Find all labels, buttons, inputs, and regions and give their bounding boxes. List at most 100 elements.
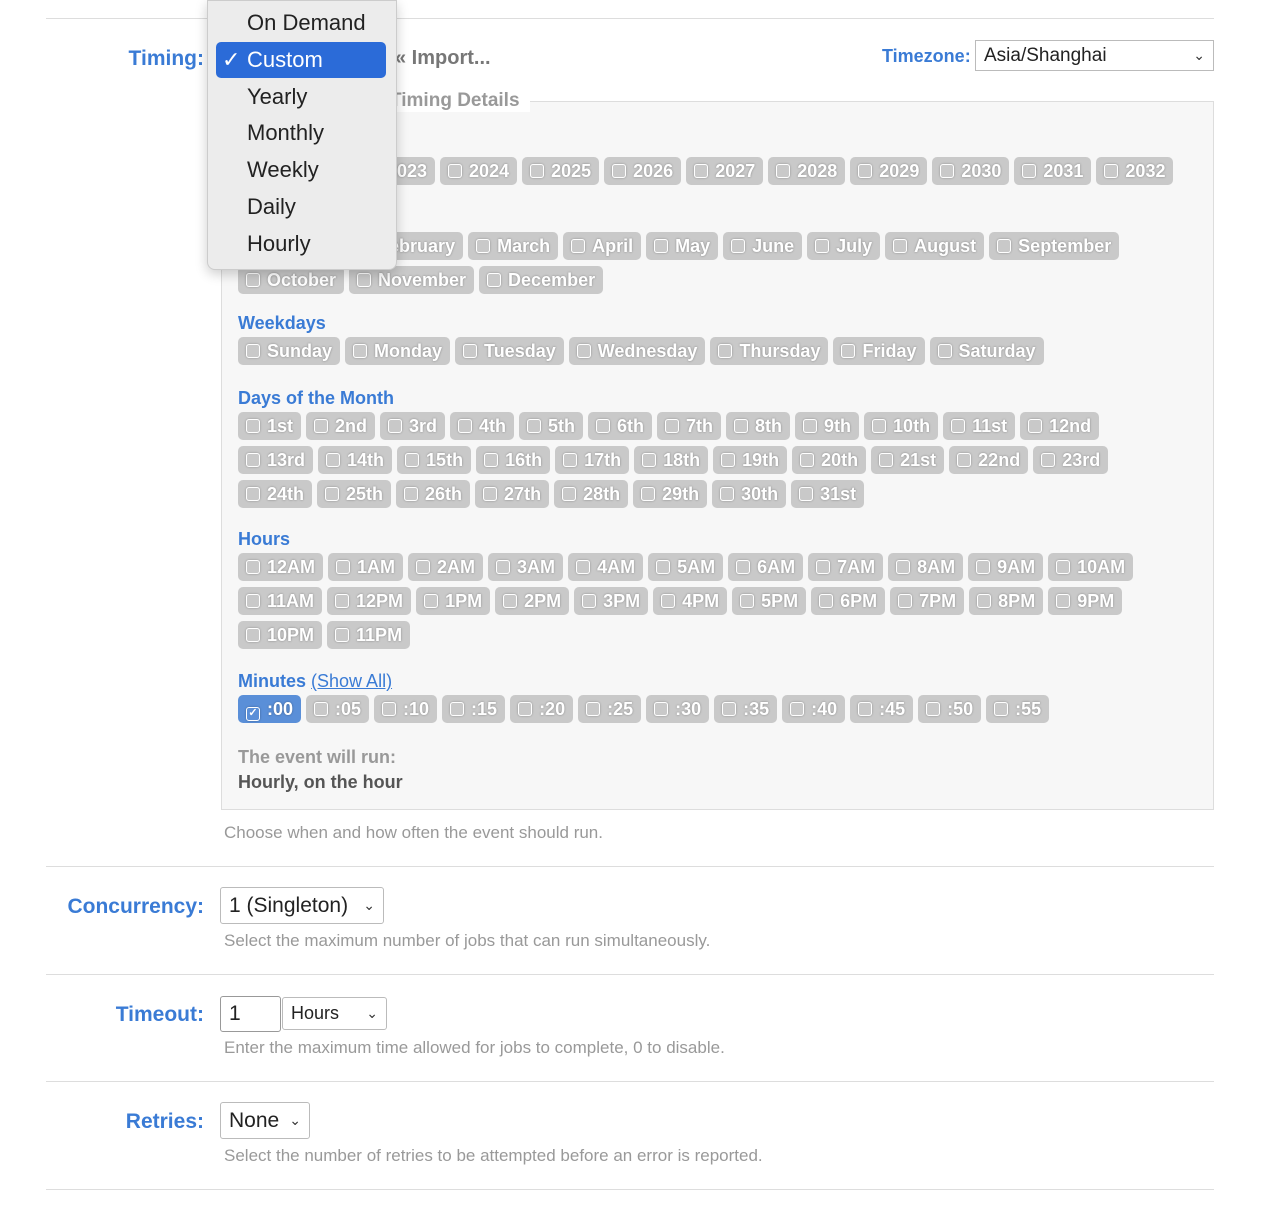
- day-checkbox[interactable]: 10th: [864, 412, 939, 440]
- year-checkbox[interactable]: 2030: [932, 157, 1010, 185]
- month-checkbox[interactable]: April: [563, 232, 642, 260]
- minute-checkbox[interactable]: :05: [306, 695, 370, 723]
- dropdown-option-custom[interactable]: ✓ Custom: [216, 41, 386, 78]
- dropdown-option-yearly[interactable]: Yearly: [216, 79, 386, 115]
- hour-checkbox[interactable]: 5PM: [732, 587, 807, 615]
- year-checkbox[interactable]: 2027: [686, 157, 764, 185]
- show-all-link[interactable]: (Show All): [311, 671, 392, 691]
- month-checkbox[interactable]: June: [723, 232, 803, 260]
- hour-checkbox[interactable]: 11AM: [238, 587, 323, 615]
- import-link[interactable]: « Import...: [395, 47, 491, 70]
- dropdown-option-hourly[interactable]: Hourly: [216, 226, 386, 262]
- hour-checkbox[interactable]: 3AM: [488, 553, 564, 581]
- day-checkbox[interactable]: 7th: [657, 412, 722, 440]
- month-checkbox[interactable]: December: [479, 266, 604, 294]
- day-checkbox[interactable]: 27th: [475, 480, 550, 508]
- weekday-checkbox[interactable]: Wednesday: [568, 337, 706, 365]
- hour-checkbox[interactable]: 6AM: [728, 553, 804, 581]
- hour-checkbox[interactable]: 8AM: [888, 553, 964, 581]
- hour-checkbox[interactable]: 4AM: [568, 553, 644, 581]
- retries-select[interactable]: None ⌄: [220, 1102, 310, 1139]
- day-checkbox[interactable]: 6th: [588, 412, 653, 440]
- hour-checkbox[interactable]: 6PM: [811, 587, 886, 615]
- month-checkbox[interactable]: November: [349, 266, 475, 294]
- hour-checkbox[interactable]: 10PM: [238, 621, 323, 649]
- hour-checkbox[interactable]: 4PM: [653, 587, 728, 615]
- day-checkbox[interactable]: 16th: [476, 446, 551, 474]
- weekday-checkbox[interactable]: Monday: [345, 337, 451, 365]
- dropdown-option-monthly[interactable]: Monthly: [216, 115, 386, 151]
- timeout-unit-select[interactable]: Hours ⌄: [282, 997, 387, 1030]
- weekday-checkbox[interactable]: Sunday: [238, 337, 341, 365]
- hour-checkbox[interactable]: 7PM: [890, 587, 965, 615]
- timezone-select[interactable]: Asia/Shanghai ⌄: [975, 40, 1214, 71]
- minute-checkbox[interactable]: :20: [510, 695, 574, 723]
- dropdown-option-daily[interactable]: Daily: [216, 189, 386, 225]
- minute-checkbox[interactable]: :45: [850, 695, 914, 723]
- hour-checkbox[interactable]: 11PM: [327, 621, 411, 649]
- hour-checkbox[interactable]: 9PM: [1048, 587, 1123, 615]
- hour-checkbox[interactable]: 7AM: [808, 553, 884, 581]
- month-checkbox[interactable]: August: [885, 232, 985, 260]
- year-checkbox[interactable]: 2029: [850, 157, 928, 185]
- day-checkbox[interactable]: 31st: [791, 480, 865, 508]
- hour-checkbox[interactable]: 9AM: [968, 553, 1044, 581]
- dropdown-option-on-demand[interactable]: On Demand: [216, 5, 386, 41]
- dropdown-option-weekly[interactable]: Weekly: [216, 152, 386, 188]
- day-checkbox[interactable]: 23rd: [1033, 446, 1109, 474]
- day-checkbox[interactable]: 17th: [555, 446, 630, 474]
- day-checkbox[interactable]: 3rd: [380, 412, 446, 440]
- minute-checkbox[interactable]: :40: [782, 695, 846, 723]
- month-checkbox[interactable]: July: [807, 232, 881, 260]
- day-checkbox[interactable]: 25th: [317, 480, 392, 508]
- day-checkbox[interactable]: 8th: [726, 412, 791, 440]
- year-checkbox[interactable]: 2028: [768, 157, 846, 185]
- minute-checkbox[interactable]: :50: [918, 695, 982, 723]
- day-checkbox[interactable]: 19th: [713, 446, 788, 474]
- day-checkbox[interactable]: 4th: [450, 412, 515, 440]
- year-checkbox[interactable]: 2032: [1096, 157, 1174, 185]
- hour-checkbox[interactable]: 1AM: [328, 553, 404, 581]
- timeout-input[interactable]: 1: [220, 996, 281, 1032]
- day-checkbox[interactable]: 30th: [712, 480, 787, 508]
- minute-checkbox[interactable]: :10: [374, 695, 438, 723]
- hour-checkbox[interactable]: 1PM: [416, 587, 491, 615]
- hour-checkbox[interactable]: 10AM: [1048, 553, 1134, 581]
- month-checkbox[interactable]: March: [468, 232, 559, 260]
- day-checkbox[interactable]: 24th: [238, 480, 313, 508]
- month-checkbox[interactable]: May: [646, 232, 719, 260]
- month-checkbox[interactable]: October: [238, 266, 345, 294]
- year-checkbox[interactable]: 2024: [440, 157, 518, 185]
- day-checkbox[interactable]: 21st: [871, 446, 945, 474]
- weekday-checkbox[interactable]: Thursday: [710, 337, 829, 365]
- minute-checkbox[interactable]: :30: [646, 695, 710, 723]
- day-checkbox[interactable]: 18th: [634, 446, 709, 474]
- weekday-checkbox[interactable]: Friday: [833, 337, 925, 365]
- day-checkbox[interactable]: 22nd: [949, 446, 1029, 474]
- hour-checkbox[interactable]: 8PM: [969, 587, 1044, 615]
- day-checkbox[interactable]: 29th: [633, 480, 708, 508]
- hour-checkbox[interactable]: 2AM: [408, 553, 484, 581]
- day-checkbox[interactable]: 14th: [318, 446, 393, 474]
- hour-checkbox[interactable]: 5AM: [648, 553, 724, 581]
- weekday-checkbox[interactable]: Saturday: [929, 337, 1044, 365]
- day-checkbox[interactable]: 26th: [396, 480, 471, 508]
- year-checkbox[interactable]: 2031: [1014, 157, 1092, 185]
- day-checkbox[interactable]: 11st: [943, 412, 1016, 440]
- hour-checkbox[interactable]: 12AM: [238, 553, 324, 581]
- minute-checkbox[interactable]: :55: [986, 695, 1050, 723]
- day-checkbox[interactable]: 9th: [795, 412, 860, 440]
- concurrency-select[interactable]: 1 (Singleton) ⌄: [220, 887, 384, 924]
- minute-checkbox[interactable]: ✓:00: [238, 695, 302, 723]
- minute-checkbox[interactable]: :25: [578, 695, 642, 723]
- hour-checkbox[interactable]: 12PM: [327, 587, 412, 615]
- year-checkbox[interactable]: 2025: [522, 157, 600, 185]
- year-checkbox[interactable]: 2026: [604, 157, 682, 185]
- day-checkbox[interactable]: 20th: [792, 446, 867, 474]
- day-checkbox[interactable]: 15th: [397, 446, 472, 474]
- month-checkbox[interactable]: September: [989, 232, 1120, 260]
- day-checkbox[interactable]: 12nd: [1020, 412, 1100, 440]
- hour-checkbox[interactable]: 3PM: [574, 587, 649, 615]
- day-checkbox[interactable]: 1st: [238, 412, 302, 440]
- day-checkbox[interactable]: 28th: [554, 480, 629, 508]
